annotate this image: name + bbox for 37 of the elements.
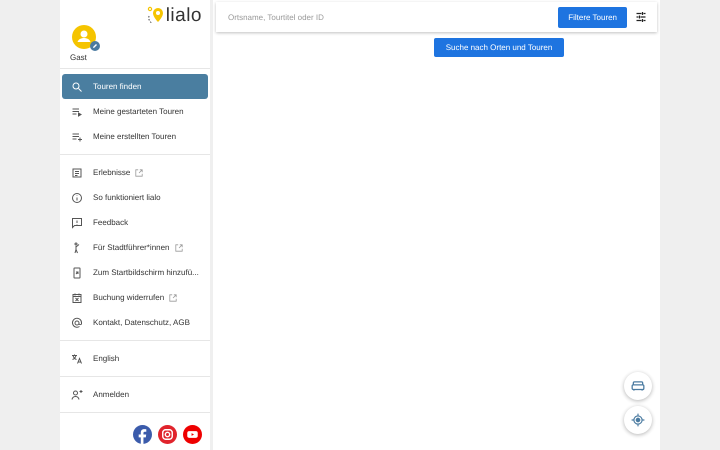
crosshair-icon: [631, 413, 645, 427]
filter-icon[interactable]: [635, 11, 647, 23]
pin-logo-icon: [146, 6, 166, 26]
locate-button[interactable]: [624, 406, 652, 434]
phone-icon: [71, 266, 83, 278]
edit-icon[interactable]: [90, 41, 100, 51]
menu-item[interactable]: Zum Startbildschirm hinzufü...: [62, 260, 208, 285]
menu-item[interactable]: Für Stadtführer*innen: [62, 235, 208, 260]
translate-icon: [71, 352, 83, 364]
youtube-icon[interactable]: [183, 425, 202, 444]
menu-item[interactable]: Meine erstellten Touren: [62, 124, 208, 149]
person-add-icon: [71, 388, 83, 400]
user-name: Gast: [70, 53, 88, 62]
menu-item[interactable]: English: [62, 346, 208, 371]
menu-item[interactable]: Feedback: [62, 210, 208, 235]
menu-item[interactable]: Anmelden: [62, 382, 208, 407]
menu-item[interactable]: Touren finden: [62, 74, 208, 99]
menu-item[interactable]: Kontakt, Datenschutz, AGB: [62, 310, 208, 335]
at-icon: [71, 316, 83, 328]
facebook-icon[interactable]: [133, 425, 152, 444]
list-play-icon: [71, 106, 83, 118]
list-add-icon: [71, 130, 83, 142]
search-icon: [71, 80, 83, 92]
menu-item[interactable]: Meine gestarteten Touren: [62, 99, 208, 124]
menu-item[interactable]: So funktioniert lialo: [62, 185, 208, 210]
search-tooltip: Suche nach Orten und Touren: [434, 38, 564, 57]
menu-item[interactable]: Buchung widerrufen: [62, 285, 208, 310]
article-icon: [71, 166, 83, 178]
logo-text: lialo: [166, 5, 202, 27]
feedback-icon: [71, 216, 83, 228]
instagram-icon[interactable]: [158, 425, 177, 444]
menu-item[interactable]: Erlebnisse: [62, 160, 208, 185]
filter-tooltip: Filtere Touren: [558, 6, 627, 28]
info-icon: [71, 192, 83, 204]
calendar-icon: [71, 292, 83, 304]
car-button[interactable]: [624, 372, 652, 400]
search-field[interactable]: Ortsname, Tourtitel oder ID: [226, 12, 550, 22]
